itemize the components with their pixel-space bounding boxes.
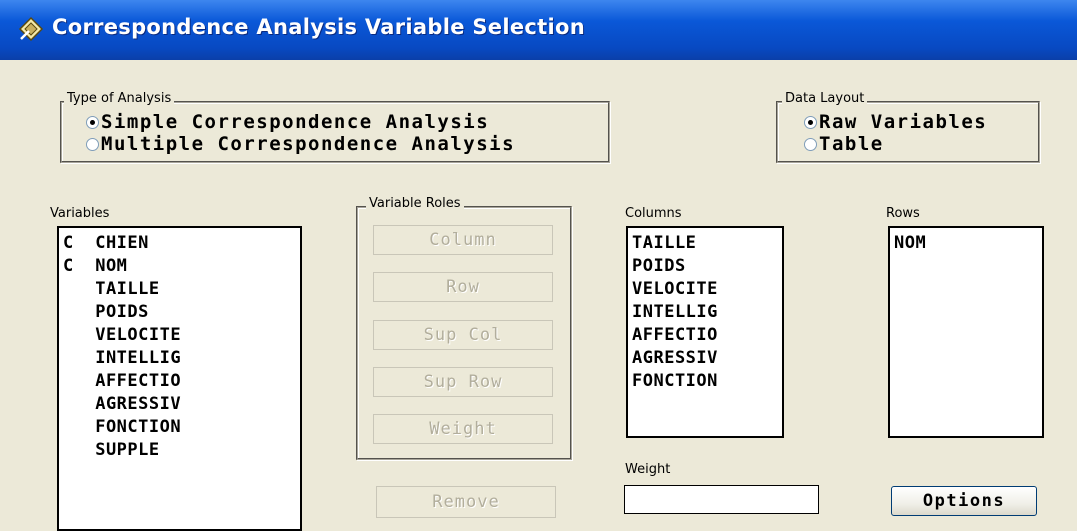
columns-label: Columns	[625, 206, 682, 221]
column-button[interactable]: Column	[373, 225, 553, 255]
radio-simple-ca-indicator[interactable]	[86, 115, 99, 129]
list-item[interactable]: VELOCITE	[59, 324, 300, 347]
app-icon	[18, 16, 44, 42]
radio-raw-variables[interactable]: Raw Variables	[804, 111, 987, 133]
list-item[interactable]: C CHIEN	[59, 232, 300, 255]
list-item[interactable]: AGRESSIV	[628, 347, 782, 370]
list-item[interactable]: FONCTION	[59, 416, 300, 439]
columns-listbox[interactable]: TAILLE POIDS VELOCITE INTELLIG AFFECTIO …	[626, 226, 784, 438]
list-item[interactable]: C NOM	[59, 255, 300, 278]
row-button[interactable]: Row	[373, 272, 553, 302]
radio-multiple-ca-indicator[interactable]	[86, 137, 99, 151]
radio-raw-variables-label: Raw Variables	[819, 111, 988, 133]
list-item[interactable]: TAILLE	[628, 232, 782, 255]
weight-label: Weight	[625, 462, 671, 477]
list-item[interactable]: FONCTION	[628, 370, 782, 393]
list-item[interactable]: TAILLE	[59, 278, 300, 301]
sup-row-button[interactable]: Sup Row	[373, 367, 553, 397]
weight-button[interactable]: Weight	[373, 414, 553, 444]
rows-label: Rows	[886, 206, 920, 221]
list-item[interactable]: INTELLIG	[628, 301, 782, 324]
radio-simple-ca-label: Simple Correspondence Analysis	[101, 111, 490, 133]
sup-col-button[interactable]: Sup Col	[373, 320, 553, 350]
variables-listbox[interactable]: C CHIEN C NOM TAILLE POIDS VELOCITE INTE…	[57, 226, 302, 531]
radio-multiple-ca-label: Multiple Correspondence Analysis	[101, 133, 516, 155]
window-title: Correspondence Analysis Variable Selecti…	[52, 15, 585, 39]
options-button[interactable]: Options	[891, 486, 1037, 516]
rows-listbox[interactable]: NOM	[888, 226, 1044, 438]
data-layout-legend: Data Layout	[782, 91, 868, 106]
radio-multiple-ca[interactable]: Multiple Correspondence Analysis	[86, 133, 515, 155]
list-item[interactable]: AFFECTIO	[628, 324, 782, 347]
type-of-analysis-legend: Type of Analysis	[64, 91, 175, 106]
weight-field[interactable]	[624, 485, 819, 514]
radio-raw-variables-indicator[interactable]	[804, 115, 817, 129]
list-item[interactable]: AFFECTIO	[59, 370, 300, 393]
variables-label: Variables	[50, 206, 110, 221]
list-item[interactable]: INTELLIG	[59, 347, 300, 370]
radio-simple-ca[interactable]: Simple Correspondence Analysis	[86, 111, 489, 133]
list-item[interactable]: POIDS	[59, 301, 300, 324]
list-item[interactable]: SUPPLE	[59, 439, 300, 462]
list-item[interactable]: AGRESSIV	[59, 393, 300, 416]
radio-table-indicator[interactable]	[804, 137, 817, 151]
list-item[interactable]: POIDS	[628, 255, 782, 278]
list-item[interactable]: VELOCITE	[628, 278, 782, 301]
list-item[interactable]: NOM	[890, 232, 1042, 255]
variable-roles-legend: Variable Roles	[366, 196, 464, 211]
remove-button[interactable]: Remove	[376, 486, 556, 518]
radio-table-label: Table	[819, 133, 884, 155]
title-bar[interactable]: Correspondence Analysis Variable Selecti…	[0, 0, 1077, 60]
radio-table[interactable]: Table	[804, 133, 884, 155]
